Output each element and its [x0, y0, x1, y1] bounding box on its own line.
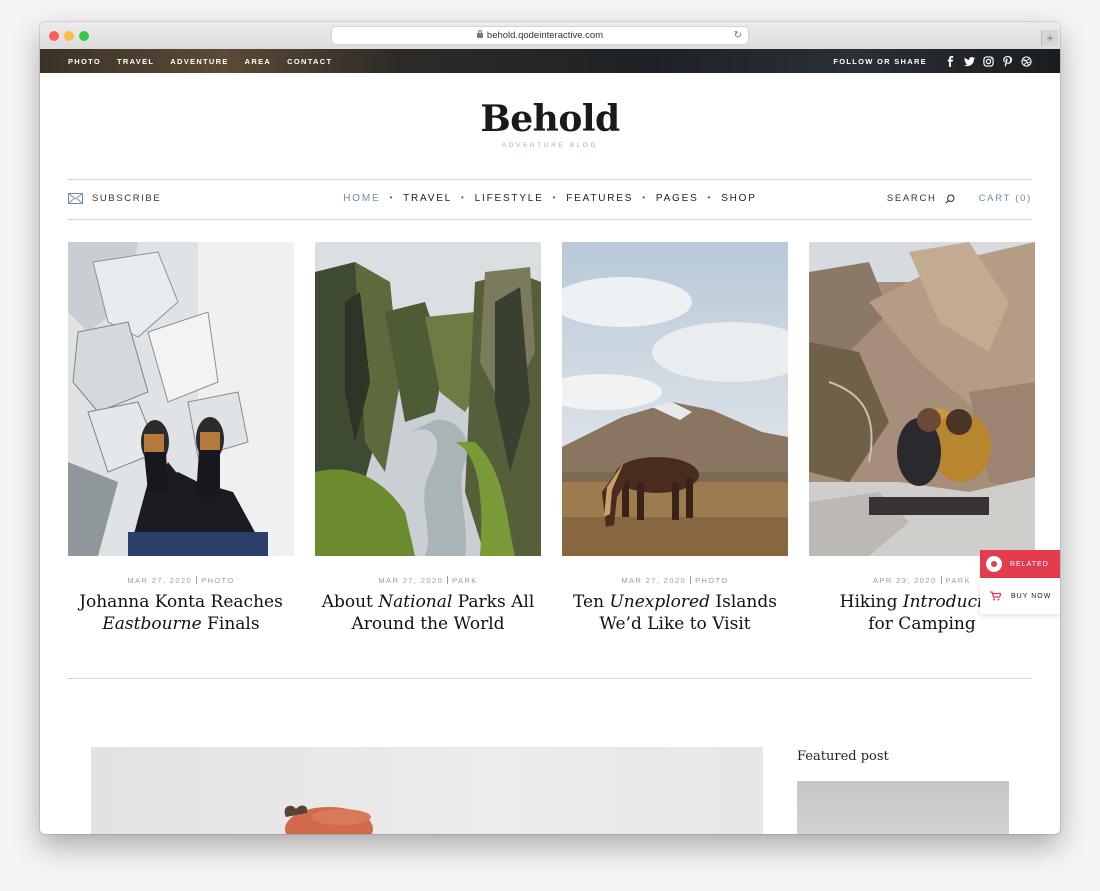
top-nav-travel[interactable]: TRAVEL [117, 57, 154, 66]
post-card[interactable]: MAR 27, 2020 PHOTO Ten Unexplored Islands… [562, 242, 788, 635]
logo-name: Behold [480, 98, 620, 140]
post-title[interactable]: About National Parks All Around the Worl… [315, 591, 541, 635]
related-label: RELATED [1010, 560, 1049, 568]
post-meta: MAR 27, 2020 PHOTO [68, 575, 294, 585]
post-title-part: About [321, 592, 373, 612]
post-title-italic: Unexplored [609, 592, 710, 612]
pinterest-icon[interactable] [1001, 55, 1013, 67]
top-nav-contact[interactable]: CONTACT [287, 57, 332, 66]
post-image-couple[interactable] [809, 242, 1035, 556]
post-image-canyon[interactable] [315, 242, 541, 556]
post-card[interactable]: MAR 27, 2020 PARK About National Parks Al… [315, 242, 541, 635]
post-title-italic: Eastbourne [102, 614, 202, 634]
header-actions: SEARCH CART (0) [887, 193, 1032, 204]
top-nav: PHOTO TRAVEL ADVENTURE AREA CONTACT [68, 49, 348, 73]
featured-post-heading: Featured post [797, 749, 889, 764]
facebook-icon[interactable] [944, 55, 956, 67]
menu-travel[interactable]: TRAVEL [403, 193, 452, 204]
related-button[interactable]: RELATED [980, 550, 1060, 578]
meta-separator [196, 576, 198, 584]
post-image-ice[interactable] [68, 242, 294, 556]
social-follow: FOLLOW OR SHARE [833, 49, 1032, 73]
buy-now-button[interactable]: BUY NOW [980, 578, 1060, 614]
menu-separator: • [707, 193, 713, 202]
post-date[interactable]: APR 23, 2020 [873, 576, 937, 585]
post-title[interactable]: Johanna Konta Reaches Eastbourne Finals [68, 591, 294, 635]
section-divider [68, 678, 1032, 679]
post-image-horse[interactable] [562, 242, 788, 556]
search-label: SEARCH [886, 193, 937, 204]
post-title-part: for Camping [868, 614, 976, 634]
post-title-part: Johanna Konta Reaches [79, 592, 283, 612]
menu-separator: • [642, 193, 647, 202]
post-meta: MAR 27, 2020 PARK [315, 575, 541, 585]
post-title-part: Finals [207, 614, 260, 634]
menu-lifestyle[interactable]: LIFESTYLE [475, 193, 544, 204]
post-date[interactable]: MAR 27, 2020 [621, 576, 686, 585]
menu-home[interactable]: HOME [343, 193, 380, 204]
post-title-part: Ten [573, 592, 605, 612]
featured-hero-image[interactable] [91, 747, 763, 834]
minimize-window-button[interactable] [64, 31, 74, 41]
post-date[interactable]: MAR 27, 2020 [378, 576, 443, 585]
menu-separator: • [461, 193, 466, 202]
post-meta: MAR 27, 2020 PHOTO [562, 575, 788, 585]
nav-divider-top [68, 179, 1032, 180]
featured-post-image[interactable] [797, 781, 1009, 834]
main-nav: SUBSCRIBE HOME • TRAVEL • LIFESTYLE • FEATURES… [40, 190, 1060, 210]
post-card[interactable]: MAR 27, 2020 PHOTO Johanna Konta Reaches … [68, 242, 294, 635]
search-button[interactable]: SEARCH [887, 193, 955, 204]
meta-separator [940, 576, 942, 584]
lock-icon [476, 30, 483, 38]
address-bar[interactable]: behold.qodeinteractive.com ↻ [332, 27, 748, 44]
nav-divider-bottom [68, 219, 1032, 220]
related-icon [986, 556, 1002, 572]
top-nav-photo[interactable]: PHOTO [68, 57, 101, 66]
menu-separator: • [389, 193, 395, 202]
post-date[interactable]: MAR 27, 2020 [127, 576, 192, 585]
meta-separator [447, 576, 449, 584]
close-window-button[interactable] [49, 31, 59, 41]
meta-separator [690, 576, 692, 584]
reload-icon[interactable]: ↻ [734, 27, 742, 44]
top-nav-area[interactable]: AREA [245, 57, 271, 66]
cart-link[interactable]: CART (0) [979, 193, 1032, 204]
post-category[interactable]: PARK [452, 576, 477, 585]
post-title[interactable]: Ten Unexplored Islands We’d Like to Visi… [562, 591, 788, 635]
post-category[interactable]: PHOTO [695, 576, 729, 585]
post-title-part: Hiking [839, 592, 898, 612]
menu-separator: • [552, 193, 558, 202]
buy-now-label: BUY NOW [1011, 592, 1052, 600]
search-icon [945, 193, 955, 204]
site-logo[interactable]: Behold [40, 98, 1060, 140]
instagram-icon[interactable] [982, 55, 994, 67]
address-bar-url: behold.qodeinteractive.com [486, 30, 604, 41]
twitter-icon[interactable] [963, 55, 975, 67]
post-category[interactable]: PARK [946, 576, 971, 585]
new-tab-button[interactable]: + [1041, 30, 1058, 46]
maximize-window-button[interactable] [79, 31, 89, 41]
post-title-italic: National [378, 592, 453, 612]
follow-label: FOLLOW OR SHARE [833, 56, 927, 66]
cart-icon [990, 591, 1001, 601]
menu-shop[interactable]: SHOP [721, 193, 757, 204]
browser-toolbar: behold.qodeinteractive.com ↻ + [40, 22, 1060, 50]
top-nav-adventure[interactable]: ADVENTURE [170, 57, 228, 66]
browser-window: behold.qodeinteractive.com ↻ + PHOTO TRA… [40, 22, 1060, 834]
menu-pages[interactable]: PAGES [656, 193, 699, 204]
dribbble-icon[interactable] [1020, 55, 1032, 67]
menu-features[interactable]: FEATURES [566, 193, 633, 204]
post-category[interactable]: PHOTO [201, 576, 235, 585]
logo-tagline: ADVENTURE BLOG [501, 142, 599, 149]
top-bar: PHOTO TRAVEL ADVENTURE AREA CONTACT FOLL… [40, 49, 1060, 73]
